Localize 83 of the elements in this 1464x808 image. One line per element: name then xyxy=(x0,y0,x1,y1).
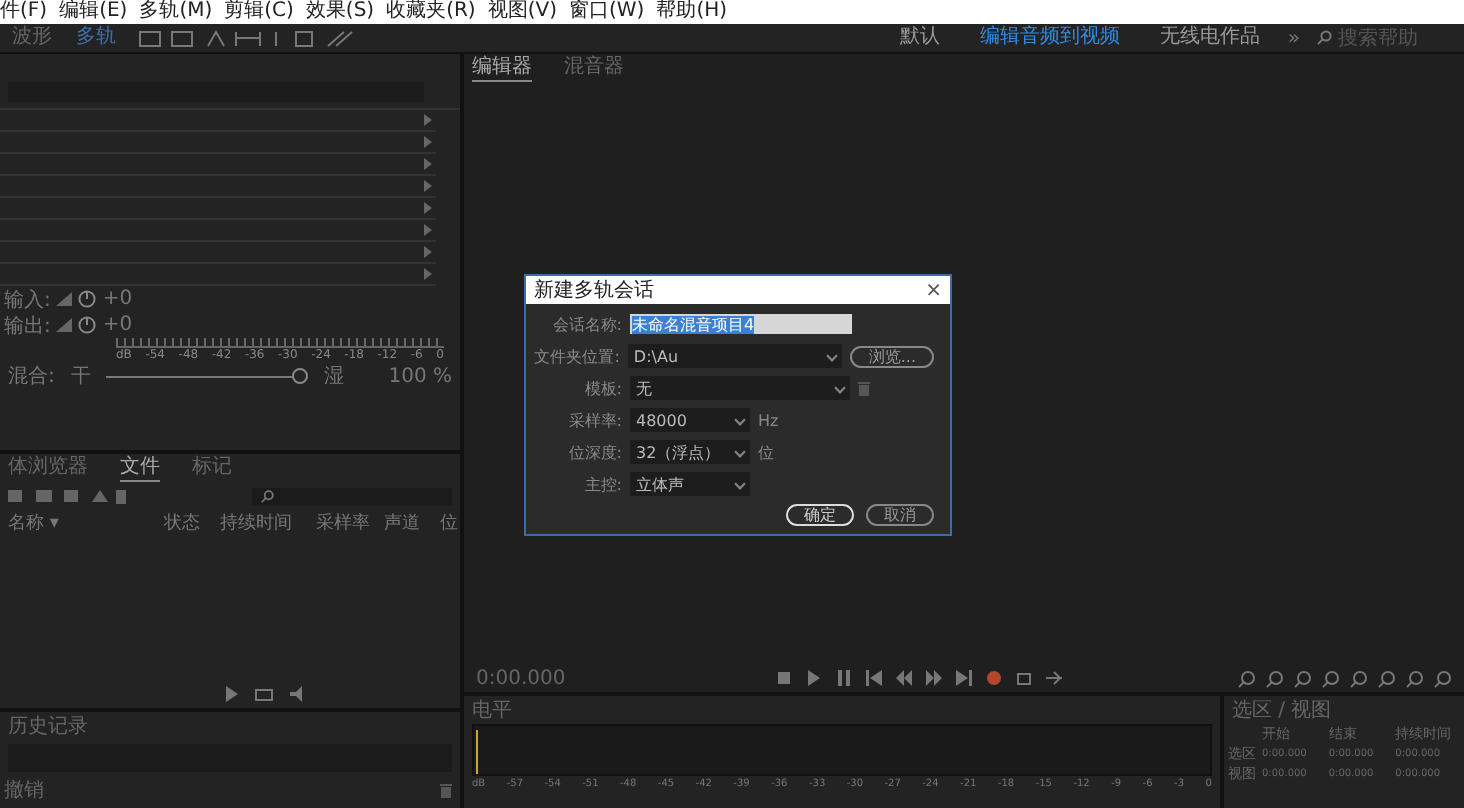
menu-item[interactable]: 收藏夹(R) xyxy=(386,0,476,24)
column-header[interactable]: 状态 xyxy=(164,510,220,536)
wet-label: 湿 xyxy=(324,364,345,390)
panel-tab[interactable]: 文件 xyxy=(120,455,160,481)
panel-tab[interactable]: 混音器 xyxy=(564,55,624,81)
workspace-tab[interactable]: 无线电作品 xyxy=(1147,26,1272,50)
dropdown[interactable]: 48000 xyxy=(630,408,750,432)
io-reading: +0 xyxy=(102,288,133,310)
files-search-field[interactable] xyxy=(252,487,452,505)
panel-tab[interactable]: 编辑器 xyxy=(472,55,532,81)
field-label: 位深度: xyxy=(566,441,622,463)
zoom-icon[interactable] xyxy=(1238,669,1256,687)
zoom-icon[interactable] xyxy=(1266,669,1284,687)
browse-button[interactable]: 浏览... xyxy=(850,345,934,367)
tools-icon[interactable] xyxy=(136,29,356,47)
field-label: 采样率: xyxy=(566,409,622,431)
undo-label: 撤销 xyxy=(4,777,44,804)
skip-icon[interactable] xyxy=(1046,670,1062,686)
time-display: 0:00.000 xyxy=(476,667,568,689)
field-label: 主控: xyxy=(582,473,622,495)
mix-reading: 100 % xyxy=(388,365,452,387)
workspace-tab[interactable]: 默认 xyxy=(887,26,952,50)
stop-icon[interactable] xyxy=(776,670,792,686)
search-icon xyxy=(260,489,274,503)
column-header[interactable]: 名称 ▾ xyxy=(8,510,164,536)
zoom-icon[interactable] xyxy=(1378,669,1396,687)
play-icon[interactable] xyxy=(806,670,822,686)
overflow-button[interactable]: » xyxy=(1287,27,1300,49)
record-icon[interactable] xyxy=(986,670,1002,686)
field-label: 模板: xyxy=(582,377,622,399)
dropdown[interactable]: D:\Au xyxy=(627,344,843,368)
panel-title: 电平 xyxy=(472,697,512,724)
panel-tab[interactable]: 标记 xyxy=(192,455,232,481)
file-tools-icon[interactable] xyxy=(8,488,128,504)
field-label: 会话名称: xyxy=(550,313,622,335)
end-icon[interactable] xyxy=(956,670,972,686)
panel-title: 历史记录 xyxy=(8,713,88,740)
mix-label: 混合: xyxy=(8,364,55,390)
unit-label: Hz xyxy=(758,411,779,429)
menu-item[interactable]: 编辑(E) xyxy=(59,0,128,24)
panel-title: 选区 / 视图 xyxy=(1232,697,1332,724)
dry-label: 干 xyxy=(70,364,91,390)
io-label: 输出: xyxy=(4,313,51,339)
column-header[interactable]: 声道 xyxy=(384,510,440,536)
dropdown[interactable]: 32（浮点） xyxy=(630,440,750,464)
dialog-button[interactable]: 取消 xyxy=(866,504,934,526)
pause-icon[interactable] xyxy=(836,670,852,686)
trash-icon[interactable] xyxy=(858,381,870,395)
dropdown[interactable]: 无 xyxy=(630,376,850,400)
io-label: 输入: xyxy=(4,287,51,313)
start-icon[interactable] xyxy=(866,670,882,686)
column-header[interactable]: 持续时间 xyxy=(220,510,316,536)
menu-item[interactable]: 多轨(M) xyxy=(139,0,213,24)
zoom-icon[interactable] xyxy=(1406,669,1424,687)
unit-label: 位 xyxy=(758,441,774,463)
column-header[interactable]: 采样率 xyxy=(316,510,384,536)
forward-icon[interactable] xyxy=(926,670,942,686)
knob-icon[interactable] xyxy=(78,316,97,334)
mode-button[interactable]: 波形 xyxy=(8,26,56,50)
menu-item[interactable]: 视图(V) xyxy=(487,0,557,24)
menu-item[interactable]: 件(F) xyxy=(0,0,48,24)
dialog-button[interactable]: 确定 xyxy=(786,504,854,526)
zoom-icon[interactable] xyxy=(1350,669,1368,687)
menu-item[interactable]: 效果(S) xyxy=(305,0,375,24)
workspace-tab[interactable]: 编辑音频到视频 xyxy=(967,26,1132,50)
search-icon xyxy=(1316,30,1332,46)
rewind-icon[interactable] xyxy=(896,670,912,686)
zoom-icon[interactable] xyxy=(1434,669,1452,687)
column-header[interactable]: 位 xyxy=(440,510,458,536)
knob-icon[interactable] xyxy=(78,290,97,308)
text-field[interactable]: 未命名混音项目4 xyxy=(630,314,852,334)
loop-icon[interactable] xyxy=(1016,670,1032,686)
io-reading: +0 xyxy=(102,314,133,336)
zoom-icon[interactable] xyxy=(1322,669,1340,687)
menu-item[interactable]: 帮助(H) xyxy=(656,0,728,24)
close-button[interactable]: × xyxy=(925,279,942,301)
trash-icon[interactable] xyxy=(440,783,452,797)
zoom-icon[interactable] xyxy=(1294,669,1312,687)
field-label: 文件夹位置: xyxy=(534,345,620,367)
mode-button[interactable]: 多轨 xyxy=(72,26,120,50)
panel-tab[interactable]: 体浏览器 xyxy=(8,455,88,481)
dialog-title: 新建多轨会话 xyxy=(534,277,654,304)
dropdown[interactable]: 立体声 xyxy=(630,472,750,496)
